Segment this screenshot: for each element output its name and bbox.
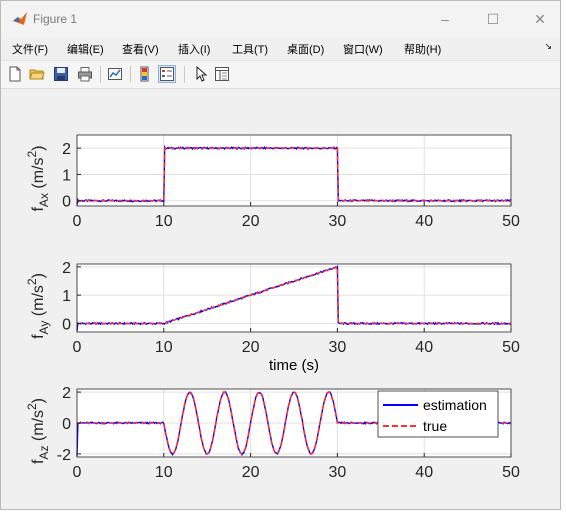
- menu-file[interactable]: 文件(F): [12, 41, 48, 57]
- toolbar-separator: [100, 66, 101, 83]
- x-tick-label: 40: [415, 464, 433, 481]
- link-plot-icon[interactable]: [106, 65, 124, 83]
- y-label-subscript: Ax: [37, 193, 51, 207]
- legend-label-estimation: estimation: [423, 397, 487, 413]
- axes-background: [77, 135, 511, 206]
- x-tick-label: 40: [415, 339, 433, 356]
- insert-colorbar-icon[interactable]: [136, 65, 154, 83]
- y-tick-label: 0: [62, 416, 71, 433]
- x-tick-label: 50: [502, 213, 520, 230]
- x-tick-label: 10: [155, 339, 173, 356]
- y-label-subscript: Az: [37, 446, 51, 460]
- x-tick-label: 10: [155, 213, 173, 230]
- y-label-unit: (m/s: [30, 285, 47, 321]
- y-tick-label: 0: [62, 317, 71, 334]
- figure-toolbar: [1, 60, 560, 89]
- y-label-subscript: Ay: [37, 321, 51, 335]
- x-tick-label: 40: [415, 213, 433, 230]
- y-tick-label: 1: [62, 167, 71, 184]
- y-axis-label: fAy (m/s2): [25, 273, 51, 339]
- y-tick-label: 1: [62, 288, 71, 305]
- x-tick-label: 30: [329, 213, 347, 230]
- toolbar-separator: [184, 66, 185, 83]
- matlab-logo-icon: [13, 12, 27, 25]
- menu-window[interactable]: 窗口(W): [343, 41, 383, 57]
- minimize-button[interactable]: –: [422, 1, 468, 37]
- y-tick-label: 2: [62, 385, 71, 402]
- y-axis-label: fAx (m/s2): [25, 145, 51, 211]
- window-title: Figure 1: [33, 12, 78, 26]
- maximize-icon: ☐: [486, 10, 500, 27]
- y-tick-label: -2: [57, 447, 71, 464]
- x-tick-label: 20: [242, 339, 260, 356]
- save-icon[interactable]: [52, 65, 70, 83]
- y-label-unit: (m/s: [30, 410, 47, 446]
- subplot-2: 0 10 20 30 40 50 0 1 2 fAy (m/s2) time (s): [25, 260, 520, 374]
- y-label-close: ): [30, 145, 47, 150]
- x-tick-label: 10: [155, 464, 173, 481]
- x-tick-label: 0: [73, 213, 82, 230]
- y-label-close: ): [30, 398, 47, 403]
- menu-view[interactable]: 查看(V): [122, 41, 159, 57]
- x-tick-label: 0: [73, 464, 82, 481]
- subplot-1: 0 10 20 30 40 50 0 1 2 fAx (m/s2): [25, 134, 520, 230]
- print-icon[interactable]: [76, 65, 94, 83]
- y-label-unit: (m/s: [30, 158, 47, 194]
- open-file-icon[interactable]: [28, 65, 46, 83]
- x-tick-label: 0: [73, 339, 82, 356]
- menu-desktop[interactable]: 桌面(D): [287, 41, 324, 57]
- y-tick-label: 2: [62, 141, 71, 158]
- y-tick-label: 2: [62, 260, 71, 277]
- menu-insert[interactable]: 插入(I): [178, 41, 210, 57]
- menu-edit[interactable]: 编辑(E): [67, 41, 104, 57]
- x-tick-label: 30: [329, 339, 347, 356]
- close-button[interactable]: ✕: [517, 1, 560, 37]
- axes-background: [77, 264, 511, 332]
- insert-legend-icon[interactable]: [158, 65, 176, 83]
- x-tick-label: 30: [329, 464, 347, 481]
- menu-tools[interactable]: 工具(T): [232, 41, 268, 57]
- title-bar[interactable]: Figure 1 – ☐ ✕: [1, 1, 560, 37]
- menu-overflow-icon[interactable]: ↘: [544, 41, 552, 52]
- x-tick-label: 20: [242, 464, 260, 481]
- figure-window: Figure 1 – ☐ ✕ 文件(F) 编辑(E) 查看(V) 插入(I) 工…: [0, 0, 561, 510]
- x-tick-label: 50: [502, 339, 520, 356]
- menu-bar: 文件(F) 编辑(E) 查看(V) 插入(I) 工具(T) 桌面(D) 窗口(W…: [1, 37, 560, 59]
- x-axis-label: time (s): [269, 357, 319, 374]
- minimize-icon: –: [441, 11, 449, 27]
- y-label-close: ): [30, 273, 47, 278]
- subplot-3: 0 10 20 30 40 50-202fAz (m/s2) estimationtrue: [25, 385, 520, 481]
- x-tick-label: 50: [502, 464, 520, 481]
- menu-help[interactable]: 帮助(H): [404, 41, 441, 57]
- figure-canvas: 0 10 20 30 40 50 0 1 2 fAx (m/s2) 0 10 20 30 40 50 0 1 2 fA…: [1, 88, 560, 509]
- toolbar-separator: [130, 66, 131, 83]
- subplots[interactable]: 0 10 20 30 40 50012fAx (m/s2)0 10 20 30 40 50012fA…: [1, 88, 560, 509]
- close-icon: ✕: [534, 10, 546, 27]
- edit-plot-arrow-icon[interactable]: [192, 65, 210, 83]
- property-inspector-icon[interactable]: [213, 65, 231, 83]
- new-figure-icon[interactable]: [6, 65, 24, 83]
- maximize-button[interactable]: ☐: [470, 1, 516, 37]
- legend: estimation true: [377, 390, 499, 438]
- y-tick-label: 0: [62, 194, 71, 211]
- y-axis-label: fAz (m/s2): [25, 398, 51, 464]
- legend-label-true: true: [423, 418, 447, 434]
- x-tick-label: 20: [242, 213, 260, 230]
